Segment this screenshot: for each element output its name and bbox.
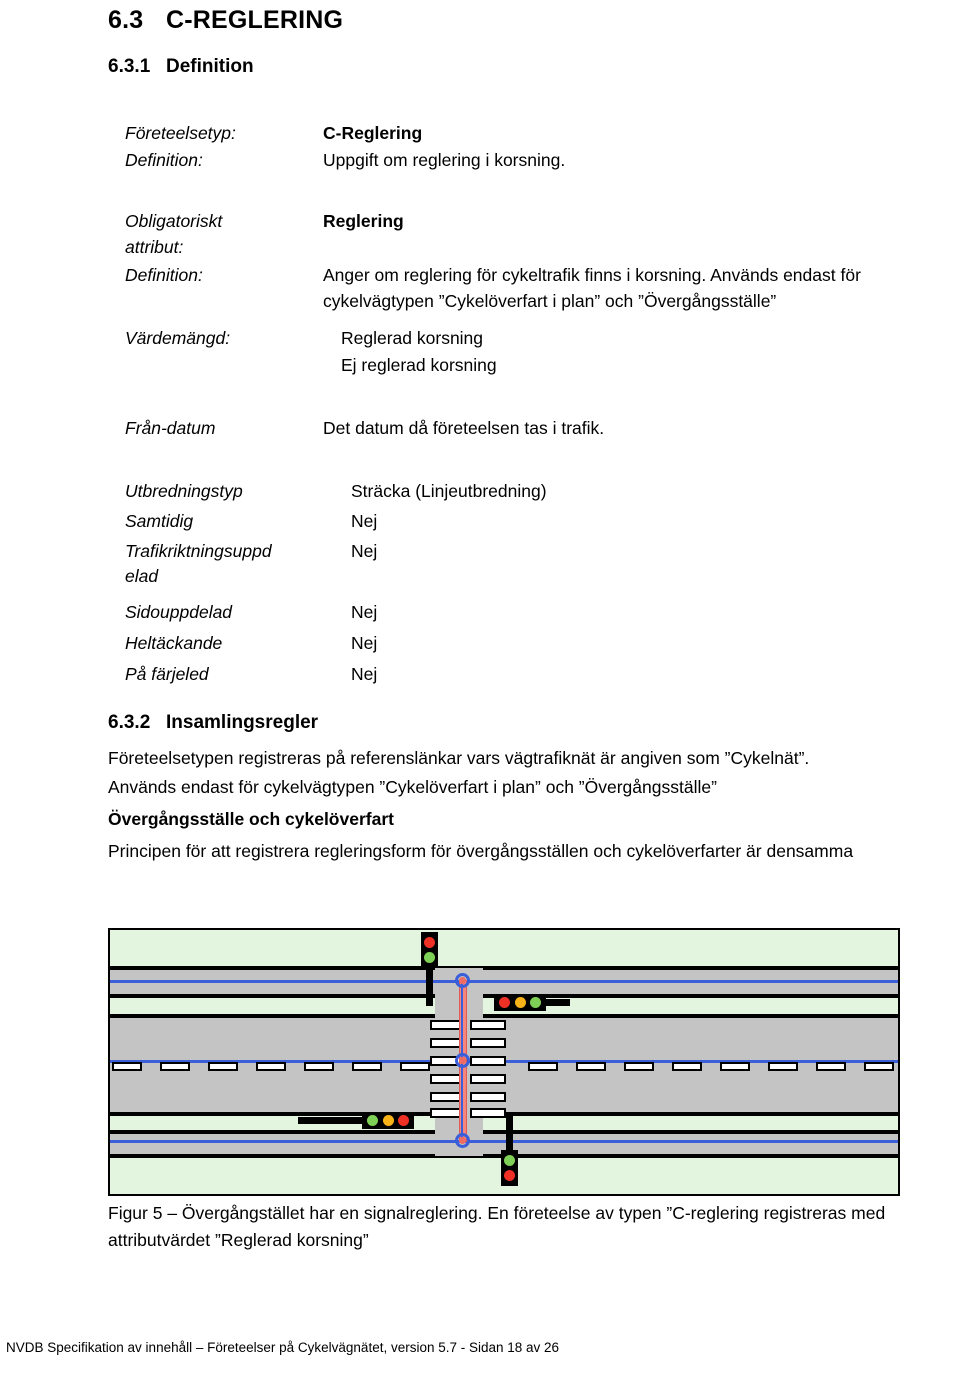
value-pa-farjeled: Nej [351, 664, 378, 684]
label-pa-farjeled: På färjeled [125, 664, 209, 684]
network-link-lower-cycle [110, 1140, 898, 1143]
label-foreteelsetyp: Företeelsetyp: [125, 123, 236, 143]
lane-marking [400, 1062, 430, 1071]
lane-marking [672, 1062, 702, 1071]
value-utbredningstyp: Sträcka (Linjeutbredning) [351, 481, 547, 501]
signal-lamp-yellow-icon [514, 997, 526, 1008]
zebra-stripe [470, 1074, 506, 1084]
label-sidouppdelad: Sidouppdelad [125, 602, 233, 622]
figure-canvas [108, 928, 900, 1196]
zebra-stripe [470, 1038, 506, 1048]
lane-marking [576, 1062, 606, 1071]
traffic-signal-bottom [501, 1150, 518, 1186]
lane-marking [352, 1062, 382, 1071]
network-node-top-dot [459, 977, 466, 984]
signal-lamp-red-icon [398, 1115, 410, 1126]
label-trafikriktningsuppdelad: Trafikriktningsuppd [125, 541, 272, 561]
section-number: 6.3 [108, 6, 144, 34]
value-foreteelsetyp: C-Reglering [323, 123, 423, 143]
lane-marking [112, 1062, 142, 1071]
label-obligatoriskt-line1: Obligatoriskt [125, 211, 223, 231]
signal-lamp-red-icon [498, 997, 510, 1008]
insamlingsregler-paragraph-1: Företeelsetypen registreras på referensl… [108, 748, 810, 768]
page-footer: NVDB Specifikation av innehåll – Företee… [6, 1340, 560, 1355]
signal-lamp-yellow-icon [382, 1115, 394, 1126]
subsection-title: Definition [166, 56, 254, 77]
zebra-stripe [470, 1092, 506, 1102]
network-link-upper-cycle [110, 980, 898, 983]
traffic-signal-upper-right [494, 994, 546, 1011]
lane-marking [304, 1062, 334, 1071]
insamlingsregler-paragraph-2: Används endast för cykelvägtypen ”Cykelö… [108, 777, 717, 797]
signal-lamp-green-icon [424, 952, 435, 964]
value-sidouppdelad: Nej [351, 602, 378, 622]
label-utbredningstyp: Utbredningstyp [125, 481, 243, 501]
traffic-signal-pole-bottom [506, 1113, 513, 1153]
document-page: 6.3 C-REGLERING 6.3.1 Definition Företeels… [0, 0, 960, 1375]
value-fran-datum: Det datum då företeelsen tas i trafik. [323, 418, 605, 438]
band-grass-top [108, 928, 900, 968]
subsection-heading-insamlingsregler: 6.3.2 Insamlingsregler [108, 712, 318, 734]
value-samtidig: Nej [351, 511, 378, 531]
lane-marking [624, 1062, 654, 1071]
value-reglering: Reglering [323, 211, 404, 231]
label-definition: Definition: [125, 150, 203, 170]
footer-divider [0, 1325, 960, 1326]
figure-crossing-diagram [108, 928, 900, 1196]
lane-marking [816, 1062, 846, 1071]
subsection-2-number: 6.3.2 [108, 712, 151, 733]
label-heltackande: Heltäckande [125, 633, 223, 653]
lane-marking [528, 1062, 558, 1071]
value-definition: Uppgift om reglering i korsning. [323, 150, 566, 170]
subsection-heading-definition: 6.3.1 Definition [108, 56, 254, 78]
signal-lamp-red-icon [424, 936, 435, 948]
insamlingsregler-paragraph-3: Övergångsställe och cykelöverfart [108, 809, 394, 829]
insamlingsregler-paragraph-4: Principen för att registrera regleringsf… [108, 841, 854, 861]
subsection-2-title: Insamlingsregler [166, 712, 319, 733]
lane-marking [720, 1062, 750, 1071]
network-node-middle-dot [459, 1057, 466, 1064]
signal-lamp-green-icon [504, 1154, 515, 1166]
signal-lamp-red-icon [504, 1170, 515, 1182]
value-heltackande: Nej [351, 633, 378, 653]
zebra-stripe [470, 1056, 506, 1066]
lane-marking [208, 1062, 238, 1071]
value-trafikriktningsuppdelad: Nej [351, 541, 378, 561]
lane-marking [160, 1062, 190, 1071]
lane-marking [256, 1062, 286, 1071]
traffic-signal-top [421, 932, 438, 968]
label-attribute-definition: Definition: [125, 265, 203, 285]
signal-lamp-green-icon [530, 997, 542, 1008]
label-obligatoriskt-line2: attribut: [125, 237, 184, 257]
lane-marking [768, 1062, 798, 1071]
traffic-signal-lower-left [362, 1112, 414, 1129]
lane-marking [864, 1062, 894, 1071]
label-trafikriktningsuppdelad-line2: elad [125, 566, 159, 586]
zebra-stripe [470, 1108, 506, 1118]
value-vardemangd-2: Ej reglerad korsning [341, 355, 497, 375]
figure-caption: Figur 5 – Övergångstället har en signalr… [108, 1203, 886, 1250]
label-vardemangd: Värdemängd: [125, 328, 231, 348]
traffic-signal-pole-lower-left [298, 1117, 370, 1124]
value-vardemangd-1: Reglerad korsning [341, 328, 484, 348]
value-attribute-definition: Anger om reglering för cykeltrafik finns… [323, 265, 861, 311]
subsection-number: 6.3.1 [108, 56, 151, 77]
label-fran-datum: Från-datum [125, 418, 216, 438]
section-title: C-REGLERING [166, 6, 344, 34]
zebra-stripe [470, 1020, 506, 1030]
section-heading: 6.3 C-REGLERING [108, 6, 343, 35]
network-node-bottom-dot [459, 1137, 466, 1144]
signal-lamp-green-icon [366, 1115, 378, 1126]
label-samtidig: Samtidig [125, 511, 194, 531]
